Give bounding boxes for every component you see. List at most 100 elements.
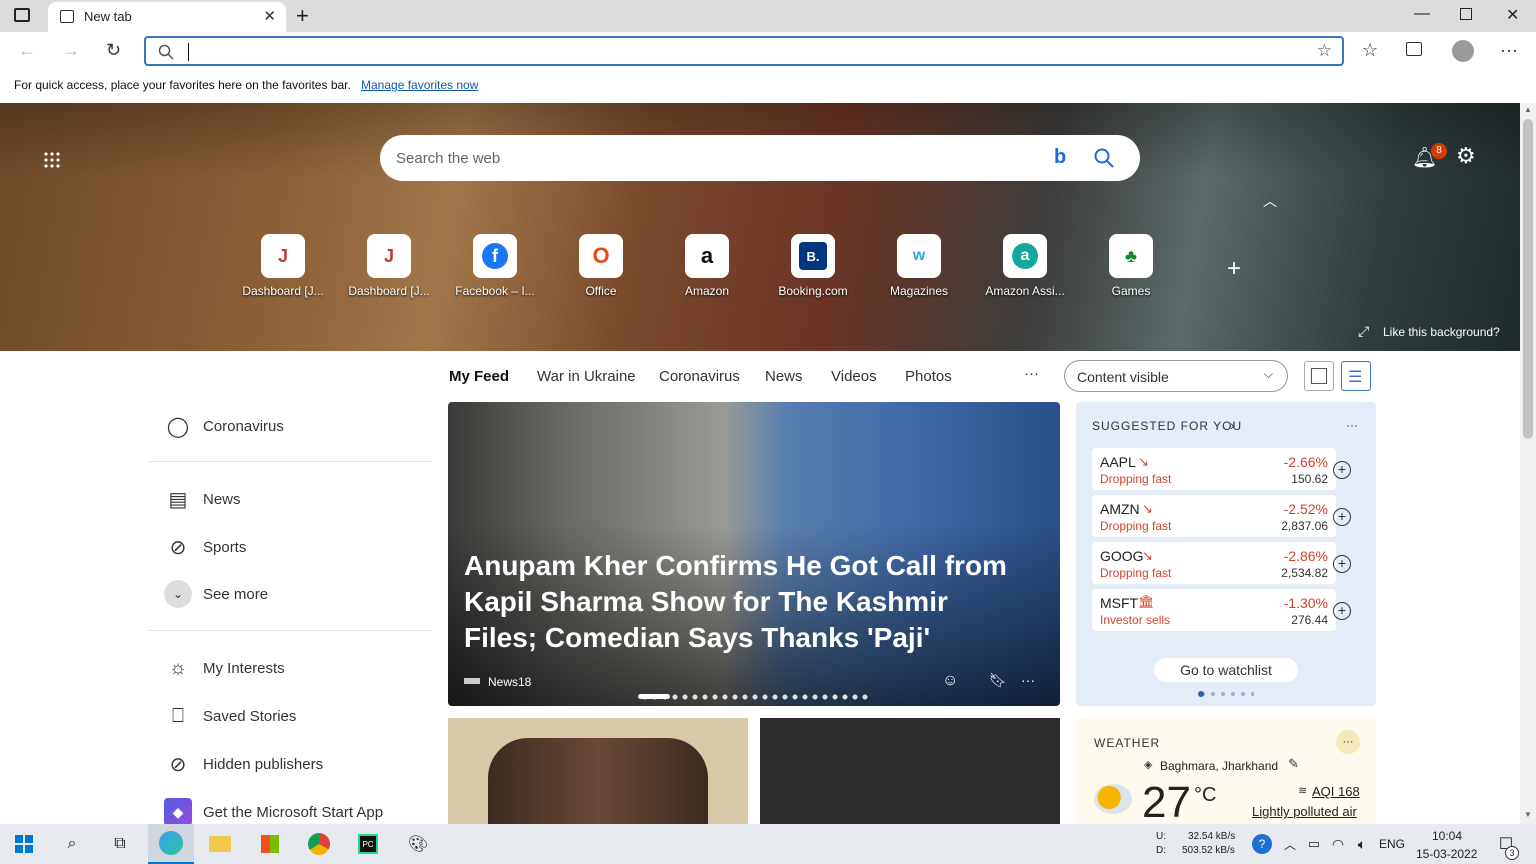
forward-button[interactable]: → [62, 40, 80, 61]
quick-link-games[interactable]: ♣ Games [1086, 234, 1176, 298]
collapse-chevron-up-icon[interactable]: ︿ [1263, 191, 1277, 211]
add-to-watchlist-icon[interactable]: + [1333, 508, 1351, 526]
file-explorer-icon[interactable] [206, 830, 234, 858]
main-story-card[interactable]: Anupam Kher Confirms He Got Call from Ka… [448, 402, 1060, 706]
chrome-icon[interactable] [305, 830, 333, 858]
address-input[interactable] [188, 43, 488, 61]
search-icon[interactable]: ⌕ [58, 830, 86, 858]
go-to-watchlist-button[interactable]: Go to watchlist [1154, 658, 1298, 682]
quick-link-amazon-assistant[interactable]: a Amazon Assi... [980, 234, 1070, 298]
add-to-watchlist-icon[interactable]: + [1333, 602, 1351, 620]
stocks-more-button[interactable]: ··· [1346, 418, 1358, 432]
profile-avatar[interactable] [1452, 40, 1474, 62]
sidebar-item-hidden-publishers[interactable]: ⊘ Hidden publishers [164, 750, 323, 778]
help-icon[interactable]: ? [1248, 830, 1276, 858]
stock-row-aapl[interactable]: AAPL ↘ Dropping fast -2.66% 150.62 [1092, 448, 1336, 490]
tab-actions-icon[interactable] [14, 8, 30, 22]
weather-more-button[interactable]: ··· [1336, 730, 1360, 754]
clock-date[interactable]: 15-03-2022 [1416, 847, 1477, 861]
chevron-right-icon[interactable]: › [1230, 417, 1235, 433]
tab-new-tab[interactable]: New tab ✕ [48, 2, 286, 32]
address-bar[interactable]: ☆ [144, 36, 1344, 66]
expand-icon[interactable]: ⤢ [1358, 323, 1369, 340]
quick-link-dashboard-2[interactable]: J Dashboard [J... [344, 234, 434, 298]
tab-coronavirus[interactable]: Coronavirus [659, 368, 740, 385]
stocks-title[interactable]: SUGGESTED FOR YOU [1092, 419, 1242, 433]
story-headline[interactable]: Anupam Kher Confirms He Got Call from Ka… [464, 548, 1024, 656]
story-card-photo[interactable] [448, 718, 748, 824]
list-layout-button[interactable]: ☰ [1341, 361, 1371, 391]
save-bookmark-icon[interactable]: 🔖︎ [989, 672, 1007, 689]
quick-link-facebook[interactable]: f Facebook – I... [450, 234, 540, 298]
content-visibility-select[interactable]: Content visible ⌵ [1064, 360, 1288, 392]
grid-layout-button[interactable] [1304, 361, 1334, 391]
tab-news[interactable]: News [765, 368, 803, 385]
back-button[interactable]: ← [18, 40, 36, 61]
close-tab-icon[interactable]: ✕ [263, 7, 276, 25]
tab-videos[interactable]: Videos [831, 368, 877, 385]
pycharm-icon[interactable]: PC [354, 830, 382, 858]
stock-row-msft[interactable]: MSFT 🏛︎ Investor sells -1.30% 276.44 [1092, 589, 1336, 631]
sidebar-item-news[interactable]: ▤ News [164, 485, 241, 513]
task-view-icon[interactable]: ⧉ [106, 830, 134, 858]
aqi-value[interactable]: AQI 168 [1312, 784, 1360, 799]
tab-photos[interactable]: Photos [905, 368, 952, 385]
add-favorite-star-icon[interactable]: ☆ [1317, 41, 1332, 61]
weather-location[interactable]: Baghmara, Jharkhand [1160, 759, 1278, 773]
scrollbar-thumb[interactable] [1523, 119, 1533, 439]
volume-icon[interactable]: 🔈︎ [1348, 830, 1376, 858]
more-tabs-button[interactable]: ··· [1024, 365, 1039, 382]
story-more-button[interactable]: ··· [1021, 672, 1035, 688]
windows-start-icon[interactable] [10, 830, 38, 858]
add-quick-link-icon[interactable]: + [1227, 255, 1241, 283]
sidebar-item-get-app[interactable]: ◆ Get the Microsoft Start App [164, 798, 383, 826]
carousel-indicator[interactable] [638, 694, 870, 700]
page-scrollbar[interactable]: ▲ ▼ [1520, 103, 1536, 824]
add-to-watchlist-icon[interactable]: + [1333, 555, 1351, 573]
sidebar-item-see-more[interactable]: ⌄ See more [164, 580, 268, 608]
scroll-up-arrow[interactable]: ▲ [1524, 105, 1532, 114]
restore-button[interactable] [1460, 8, 1472, 20]
quick-link-booking[interactable]: B. Booking.com [768, 234, 858, 298]
web-search-input[interactable]: Search the web [396, 150, 500, 167]
weather-card[interactable]: WEATHER ··· ◈ Baghmara, Jharkhand ✎ 27 °… [1076, 718, 1376, 827]
web-search-box[interactable]: Search the web b [380, 135, 1140, 181]
minimize-button[interactable]: — [1414, 5, 1430, 23]
sidebar-item-saved-stories[interactable]: ⎕ Saved Stories [164, 702, 296, 730]
like-background-link[interactable]: Like this background? [1383, 325, 1500, 339]
favorites-icon[interactable]: ☆ [1362, 40, 1378, 61]
microsoft-store-icon[interactable] [256, 830, 284, 858]
refresh-button[interactable]: ↻ [106, 40, 121, 61]
page-settings-gear-icon[interactable]: ⚙ [1456, 143, 1476, 169]
sidebar-item-coronavirus[interactable]: ◯ Coronavirus [164, 412, 284, 440]
search-button-icon[interactable] [1094, 148, 1114, 168]
quick-link-office[interactable]: O Office [556, 234, 646, 298]
sidebar-item-my-interests[interactable]: ☼ My Interests [164, 654, 285, 682]
sidebar-item-sports[interactable]: ⊘ Sports [164, 533, 247, 561]
quick-link-label: Amazon [684, 284, 730, 298]
input-language[interactable]: ENG [1379, 837, 1405, 851]
edge-browser-icon[interactable] [148, 824, 194, 864]
stocks-pager[interactable] [1198, 691, 1254, 697]
stock-row-amzn[interactable]: AMZN ↘ Dropping fast -2.52% 2,837.06 [1092, 495, 1336, 537]
quick-link-amazon[interactable]: a Amazon [662, 234, 752, 298]
stock-row-goog[interactable]: GOOG ↘ Dropping fast -2.86% 2,534.82 [1092, 542, 1336, 584]
new-tab-button[interactable]: + [296, 3, 309, 29]
quick-link-dashboard-1[interactable]: J Dashboard [J... [238, 234, 328, 298]
quick-link-magazines[interactable]: w Magazines [874, 234, 964, 298]
manage-favorites-link[interactable]: Manage favorites now [361, 78, 478, 92]
air-quality-text[interactable]: Lightly polluted air [1252, 804, 1357, 819]
clock-time[interactable]: 10:04 [1432, 829, 1462, 843]
story-card-video[interactable] [760, 718, 1060, 824]
collections-icon[interactable] [1406, 42, 1422, 56]
edit-pencil-icon[interactable]: ✎ [1288, 756, 1299, 772]
settings-more-icon[interactable]: ··· [1500, 40, 1518, 61]
scroll-down-arrow[interactable]: ▼ [1524, 810, 1532, 819]
react-icon[interactable]: ☺ [942, 672, 958, 690]
tab-my-feed[interactable]: My Feed [449, 368, 509, 385]
apps-launcher-icon[interactable] [43, 151, 61, 169]
paint-icon[interactable]: 🎨︎ [404, 830, 432, 858]
close-window-button[interactable]: ✕ [1506, 5, 1519, 25]
add-to-watchlist-icon[interactable]: + [1333, 461, 1351, 479]
tab-war-in-ukraine[interactable]: War in Ukraine [537, 368, 636, 385]
